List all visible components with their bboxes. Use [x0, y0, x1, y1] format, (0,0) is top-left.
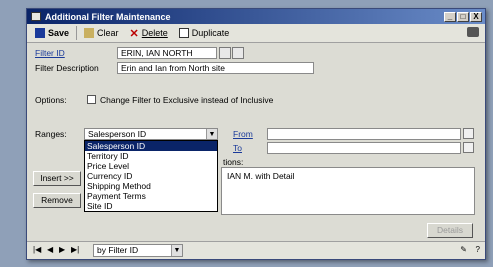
close-button[interactable]: X — [470, 11, 482, 22]
exclusive-checkbox-label: Change Filter to Exclusive instead of In… — [100, 95, 274, 105]
restrictions-list[interactable]: IAN M. with Detail — [221, 167, 475, 215]
chevron-down-icon[interactable]: ▼ — [206, 129, 217, 139]
note-icon[interactable]: ✎ — [460, 245, 467, 254]
first-record-icon[interactable]: |◀ — [33, 245, 41, 254]
last-record-icon[interactable]: ▶| — [71, 245, 79, 254]
save-button[interactable]: Save — [31, 25, 73, 41]
dropdown-option[interactable]: Price Level — [85, 161, 217, 171]
filter-id-label[interactable]: Filter ID — [35, 48, 65, 58]
window-controls: _ □ X — [444, 11, 482, 22]
ranges-dropdown[interactable]: Salesperson ID ▼ — [84, 128, 218, 140]
from-lookup-icon[interactable] — [463, 128, 474, 139]
insert-button[interactable]: Insert >> — [33, 171, 81, 186]
remove-button[interactable]: Remove — [33, 193, 81, 208]
duplicate-button[interactable]: Duplicate — [175, 25, 234, 41]
filter-id-lookup-button[interactable] — [219, 47, 231, 59]
to-label[interactable]: To — [233, 143, 242, 153]
dropdown-option[interactable]: Shipping Method — [85, 181, 217, 191]
exclusive-checkbox[interactable] — [87, 95, 96, 104]
dropdown-option[interactable]: Site ID — [85, 201, 217, 211]
restrictions-label: tions: — [223, 157, 244, 167]
filter-description-label: Filter Description — [35, 63, 99, 73]
eraser-icon — [84, 28, 95, 38]
delete-x-icon: ✕ — [129, 27, 139, 40]
filter-maintenance-window: Additional Filter Maintenance _ □ X Save… — [26, 8, 486, 260]
ranges-dropdown-list: Salesperson ID Territory ID Price Level … — [84, 140, 218, 212]
ranges-label: Ranges: — [35, 129, 67, 139]
minimize-button[interactable]: _ — [444, 11, 456, 22]
save-icon — [35, 28, 45, 38]
dropdown-option[interactable]: Currency ID — [85, 171, 217, 181]
filter-id-note-button[interactable] — [232, 47, 244, 59]
duplicate-icon — [178, 28, 189, 38]
filter-id-field[interactable]: ERIN, IAN NORTH — [117, 47, 217, 59]
chevron-down-icon[interactable]: ▼ — [171, 245, 182, 256]
details-button[interactable]: Details — [427, 223, 473, 238]
dropdown-option[interactable]: Territory ID — [85, 151, 217, 161]
clear-button[interactable]: Clear — [80, 25, 123, 41]
from-field[interactable] — [267, 128, 461, 140]
window-app-icon — [31, 12, 41, 21]
to-field[interactable] — [267, 142, 461, 154]
filter-description-field[interactable]: Erin and Ian from North site — [117, 62, 314, 74]
delete-button[interactable]: ✕ Delete — [126, 25, 172, 41]
browse-bar: |◀ ◀ ▶ ▶| by Filter ID ▼ ✎ ? — [27, 241, 485, 259]
toolbar-separator — [76, 26, 78, 40]
from-label[interactable]: From — [233, 129, 253, 139]
maximize-button[interactable]: □ — [457, 11, 469, 22]
toolbar: Save Clear ✕ Delete Duplicate — [27, 24, 485, 43]
print-icon[interactable] — [467, 27, 479, 37]
previous-record-icon[interactable]: ◀ — [47, 245, 53, 254]
to-lookup-icon[interactable] — [463, 142, 474, 153]
title-bar: Additional Filter Maintenance _ □ X — [27, 9, 485, 24]
next-record-icon[interactable]: ▶ — [59, 245, 65, 254]
browse-by-dropdown[interactable]: by Filter ID ▼ — [93, 244, 183, 257]
restriction-item[interactable]: IAN M. with Detail — [227, 171, 295, 181]
options-label: Options: — [35, 95, 67, 105]
window-title: Additional Filter Maintenance — [45, 11, 171, 22]
dropdown-option[interactable]: Salesperson ID — [85, 141, 217, 151]
help-icon[interactable]: ? — [476, 245, 480, 254]
dropdown-option[interactable]: Payment Terms — [85, 191, 217, 201]
